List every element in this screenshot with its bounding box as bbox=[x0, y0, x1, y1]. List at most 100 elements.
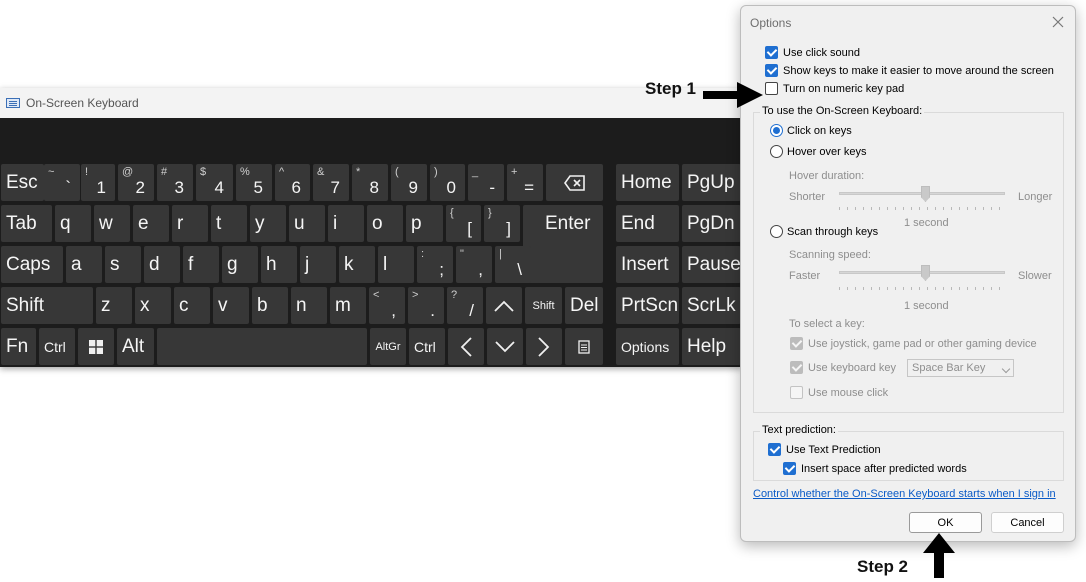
key-x[interactable]: x bbox=[135, 287, 171, 324]
key-v[interactable]: v bbox=[213, 287, 249, 324]
key-pause[interactable]: Pause bbox=[682, 246, 741, 283]
key-esc[interactable]: Esc bbox=[1, 164, 44, 201]
use-joystick-checkbox[interactable]: Use joystick, game pad or other gaming d… bbox=[790, 337, 1037, 350]
key-insert[interactable]: Insert bbox=[616, 246, 679, 283]
key-i[interactable]: i bbox=[328, 205, 364, 242]
key-o[interactable]: o bbox=[367, 205, 403, 242]
key-y[interactable]: y bbox=[250, 205, 286, 242]
key-label: Shift bbox=[6, 294, 45, 316]
key-7[interactable]: & 7 bbox=[313, 164, 349, 201]
ok-button[interactable]: OK bbox=[909, 512, 982, 533]
insert-space-checkbox[interactable]: Insert space after predicted words bbox=[783, 462, 967, 475]
key-e[interactable]: e bbox=[133, 205, 169, 242]
hover-over-keys-radio[interactable]: Hover over keys bbox=[770, 145, 866, 158]
key-j[interactable]: j bbox=[300, 246, 336, 283]
key-left[interactable] bbox=[448, 328, 484, 365]
key-w[interactable]: w bbox=[94, 205, 130, 242]
startup-settings-link[interactable]: Control whether the On-Screen Keyboard s… bbox=[753, 488, 1056, 500]
key-scrlk[interactable]: ScrLk bbox=[682, 287, 741, 324]
key-g[interactable]: g bbox=[222, 246, 258, 283]
key-l[interactable]: l bbox=[378, 246, 414, 283]
key-quote[interactable]: ", bbox=[456, 246, 492, 283]
key-shift-symbol: } bbox=[488, 207, 492, 219]
key-caps[interactable]: Caps bbox=[1, 246, 63, 283]
key-label: t bbox=[216, 212, 222, 234]
key-tab[interactable]: Tab bbox=[1, 205, 52, 242]
use-text-prediction-checkbox[interactable]: Use Text Prediction bbox=[768, 443, 881, 456]
key-p[interactable]: p bbox=[406, 205, 443, 242]
key-8[interactable]: * 8 bbox=[352, 164, 388, 201]
key-del[interactable]: Del bbox=[565, 287, 603, 324]
show-keys-checkbox[interactable]: Show keys to make it easier to move arou… bbox=[765, 64, 1054, 77]
key-tilde[interactable]: ~ ` bbox=[44, 164, 80, 201]
key-slash[interactable]: ? / bbox=[447, 287, 483, 324]
key-backspace[interactable] bbox=[546, 164, 603, 201]
key-shift-symbol: # bbox=[161, 166, 168, 178]
key-home[interactable]: Home bbox=[616, 164, 679, 201]
key-backslash[interactable]: | \ bbox=[495, 246, 531, 283]
key-minus[interactable]: _ - bbox=[468, 164, 504, 201]
key-down[interactable] bbox=[487, 328, 523, 365]
key-q[interactable]: q bbox=[55, 205, 91, 242]
key-menu[interactable] bbox=[565, 328, 603, 365]
close-icon[interactable] bbox=[1051, 15, 1065, 29]
key-comma[interactable]: <, bbox=[369, 287, 405, 324]
key-lbracket[interactable]: {[ bbox=[446, 205, 481, 242]
key-2[interactable]: @2 bbox=[118, 164, 154, 201]
key-win[interactable] bbox=[78, 328, 114, 365]
keyboard-title-bar[interactable]: On-Screen Keyboard bbox=[0, 88, 742, 118]
key-9[interactable]: (9 bbox=[391, 164, 427, 201]
key-r[interactable]: r bbox=[172, 205, 208, 242]
key-u[interactable]: u bbox=[289, 205, 325, 242]
key-f[interactable]: f bbox=[183, 246, 219, 283]
key-up[interactable] bbox=[486, 287, 522, 324]
key-4[interactable]: $4 bbox=[196, 164, 233, 201]
key-ctrl-right[interactable]: Ctrl bbox=[409, 328, 445, 365]
keyboard-key-dropdown[interactable]: Space Bar Key bbox=[907, 359, 1014, 377]
key-3[interactable]: #3 bbox=[157, 164, 193, 201]
key-shift-left[interactable]: Shift bbox=[1, 287, 93, 324]
key-semicolon[interactable]: :; bbox=[417, 246, 453, 283]
key-k[interactable]: k bbox=[339, 246, 375, 283]
key-options[interactable]: Options bbox=[616, 328, 679, 365]
key-c[interactable]: c bbox=[174, 287, 210, 324]
key-z[interactable]: z bbox=[96, 287, 132, 324]
key-0[interactable]: ) 0 bbox=[430, 164, 465, 201]
key-t[interactable]: t bbox=[211, 205, 247, 242]
key-right[interactable] bbox=[526, 328, 562, 365]
key-m[interactable]: m bbox=[330, 287, 366, 324]
key-pgup[interactable]: PgUp bbox=[682, 164, 741, 201]
key-label: p bbox=[411, 212, 422, 234]
use-mouse-click-checkbox[interactable]: Use mouse click bbox=[790, 386, 888, 399]
use-keyboard-key-checkbox[interactable]: Use keyboard key bbox=[790, 361, 896, 374]
key-ctrl-left[interactable]: Ctrl bbox=[39, 328, 75, 365]
key-alt[interactable]: Alt bbox=[117, 328, 154, 365]
key-fn[interactable]: Fn bbox=[1, 328, 36, 365]
key-s[interactable]: s bbox=[105, 246, 141, 283]
key-h[interactable]: h bbox=[261, 246, 297, 283]
key-equals[interactable]: + = bbox=[507, 164, 543, 201]
scan-through-keys-radio[interactable]: Scan through keys bbox=[770, 225, 878, 238]
use-click-sound-checkbox[interactable]: Use click sound bbox=[765, 46, 860, 59]
key-altgr[interactable]: AltGr bbox=[370, 328, 406, 365]
key-label: Help bbox=[687, 335, 727, 357]
key-prtscn[interactable]: PrtScn bbox=[616, 287, 679, 324]
key-end[interactable]: End bbox=[616, 205, 679, 242]
key-shift-right[interactable]: Shift bbox=[525, 287, 562, 324]
key-space[interactable] bbox=[157, 328, 367, 365]
key-pgdn[interactable]: PgDn bbox=[682, 205, 741, 242]
key-n[interactable]: n bbox=[291, 287, 327, 324]
key-5[interactable]: % 5 bbox=[236, 164, 272, 201]
key-1[interactable]: ! 1 bbox=[81, 164, 115, 201]
cancel-button[interactable]: Cancel bbox=[991, 512, 1064, 533]
click-on-keys-radio[interactable]: Click on keys bbox=[770, 124, 852, 137]
key-period[interactable]: >. bbox=[408, 287, 444, 324]
key-enter[interactable]: Enter bbox=[523, 205, 603, 283]
numeric-key-pad-checkbox[interactable]: Turn on numeric key pad bbox=[765, 82, 904, 95]
key-6[interactable]: ^ 6 bbox=[275, 164, 310, 201]
key-b[interactable]: b bbox=[252, 287, 288, 324]
key-rbracket[interactable]: }] bbox=[484, 205, 520, 242]
key-a[interactable]: a bbox=[66, 246, 102, 283]
key-d[interactable]: d bbox=[144, 246, 180, 283]
key-help[interactable]: Help bbox=[682, 328, 741, 365]
